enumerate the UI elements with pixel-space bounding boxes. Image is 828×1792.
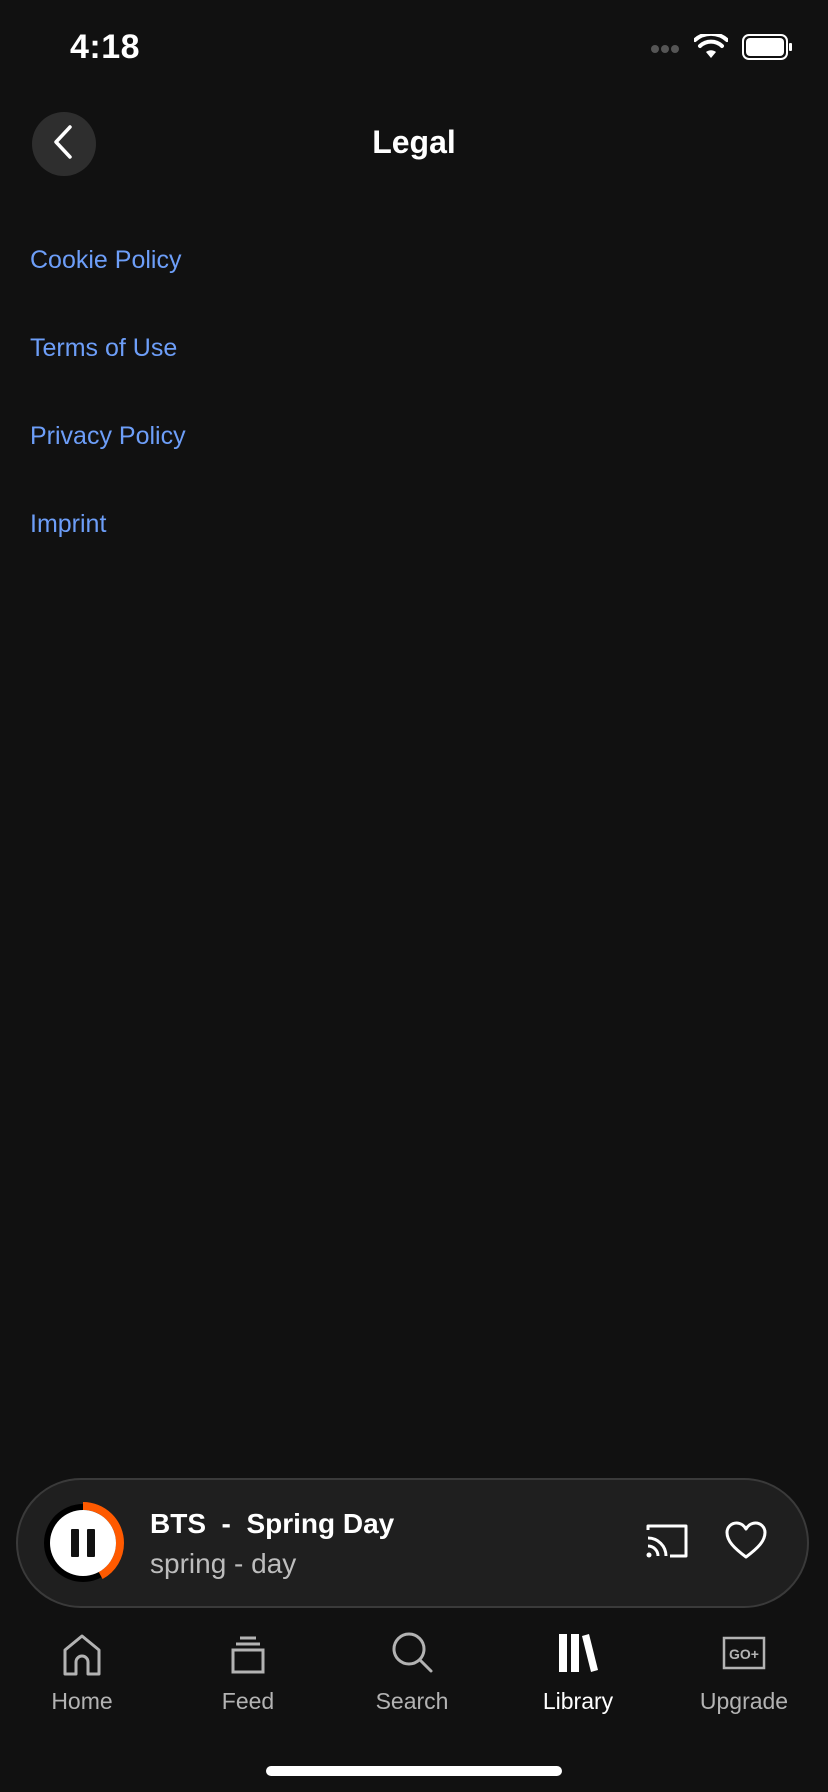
page-title: Legal (372, 124, 456, 160)
nav-label-library: Library (542, 1688, 614, 1714)
status-time: 4:18 (70, 28, 141, 66)
feed-icon (178, 1630, 318, 1680)
home-icon (12, 1630, 152, 1680)
library-icon (508, 1630, 648, 1680)
home-indicator (266, 1766, 562, 1776)
go-plus-icon: GO+ (674, 1630, 814, 1680)
nav-label-upgrade: Upgrade (699, 1688, 789, 1714)
mini-player[interactable]: BTS - Spring Day spring - day (16, 1478, 809, 1608)
nav-item-feed[interactable]: Feed (178, 1630, 318, 1730)
cast-button[interactable] (644, 1522, 690, 1562)
nav-item-home[interactable]: Home (12, 1630, 152, 1730)
imprint-link[interactable]: Imprint (30, 502, 186, 590)
search-icon (342, 1630, 482, 1680)
nav-item-library[interactable]: Library (508, 1630, 648, 1730)
signal-dots-icon (650, 41, 680, 59)
status-bar: 4:18 (0, 0, 828, 100)
track-title: BTS - Spring Day (150, 1508, 395, 1539)
nav-item-search[interactable]: Search (342, 1630, 482, 1730)
bottom-nav: Home Feed Search Library GO+ Upgrade (0, 1630, 828, 1730)
nav-item-upgrade[interactable]: GO+ Upgrade (674, 1630, 814, 1730)
cookie-policy-link[interactable]: Cookie Policy (30, 238, 186, 326)
heart-icon (724, 1521, 768, 1564)
nav-label-home: Home (51, 1688, 113, 1714)
terms-of-use-link[interactable]: Terms of Use (30, 326, 186, 414)
status-icons (650, 31, 794, 65)
privacy-policy-link[interactable]: Privacy Policy (30, 414, 186, 502)
cast-icon (644, 1524, 690, 1566)
like-button[interactable] (724, 1520, 768, 1564)
legal-links-list: Cookie Policy Terms of Use Privacy Polic… (30, 238, 186, 590)
wifi-icon (693, 31, 729, 65)
nav-label-feed: Feed (221, 1688, 275, 1714)
track-subtitle: spring - day (150, 1548, 297, 1579)
nav-label-search: Search (375, 1688, 449, 1714)
pause-button[interactable] (40, 1500, 126, 1586)
svg-text:GO+: GO+ (729, 1646, 759, 1662)
battery-icon (742, 34, 794, 65)
